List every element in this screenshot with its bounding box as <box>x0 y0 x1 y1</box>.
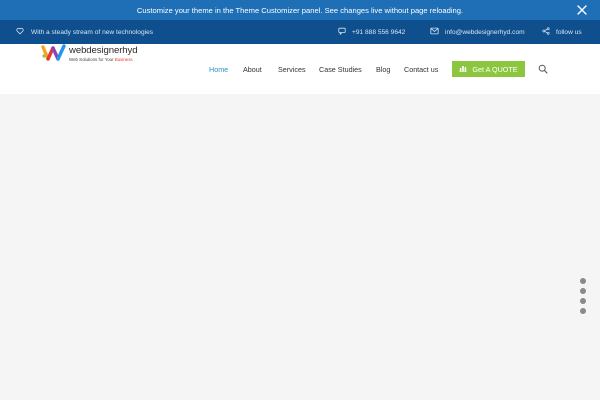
bar-chart-icon <box>459 64 468 74</box>
search-icon[interactable] <box>538 64 548 74</box>
theme-notice-text: Customize your theme in the Theme Custom… <box>136 5 464 15</box>
follow-us-text: follow us <box>556 28 582 36</box>
top-info-bar: With a steady stream of new technologies… <box>0 20 600 44</box>
tagline: With a steady stream of new technologies <box>16 20 153 44</box>
nav-item-blog[interactable]: Blog <box>376 65 390 74</box>
phone-number: +91 888 556 9642 <box>352 28 406 36</box>
slider-dot[interactable] <box>580 278 586 284</box>
close-icon[interactable] <box>576 4 588 16</box>
share-icon <box>542 27 550 37</box>
site-header: webdesignerhyd Web Solutions for Your Bu… <box>0 44 600 94</box>
contact-email[interactable]: info@webdesignerhyd.com <box>430 20 525 44</box>
contact-phone[interactable]: +91 888 556 9642 <box>338 20 405 44</box>
slider-pagination <box>580 278 586 316</box>
envelope-icon <box>430 27 439 37</box>
slider-dot[interactable] <box>580 288 586 294</box>
nav-item-case-studies[interactable]: Case Studies <box>319 65 362 74</box>
nav-item-about[interactable]: About <box>243 65 262 74</box>
get-quote-label: Get A QUOTE <box>472 64 518 74</box>
follow-us-link[interactable]: follow us <box>542 20 582 44</box>
hero-slider-area <box>0 94 600 400</box>
theme-notice-bar: Customize your theme in the Theme Custom… <box>0 0 600 20</box>
email-address: info@webdesignerhyd.com <box>445 28 525 36</box>
nav-item-services[interactable]: Services <box>278 65 306 74</box>
heart-icon <box>16 27 24 37</box>
slider-dot[interactable] <box>580 308 586 314</box>
get-quote-button[interactable]: Get A QUOTE <box>452 61 525 77</box>
main-navigation: Home About Services Case Studies Blog Co… <box>0 44 600 94</box>
chat-icon <box>338 27 346 37</box>
nav-item-home[interactable]: Home <box>209 65 228 74</box>
tagline-text: With a steady stream of new technologies <box>31 28 154 36</box>
slider-dot[interactable] <box>580 298 586 304</box>
nav-item-contact[interactable]: Contact us <box>404 65 438 74</box>
